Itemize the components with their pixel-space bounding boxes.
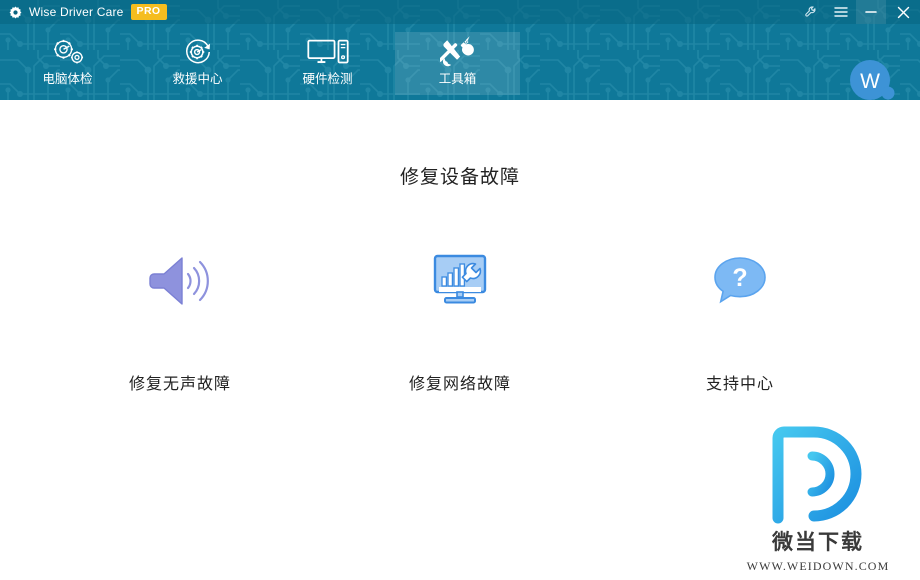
- watermark: 微当下载 WWW.WEIDOWN.COM: [728, 426, 908, 574]
- pro-badge: PRO: [130, 4, 167, 20]
- nav-tab-label: 救援中心: [172, 72, 223, 86]
- settings-wrench-icon: [805, 6, 816, 17]
- gears-checkup-icon: [50, 37, 86, 67]
- nav-tab-label: 硬件检测: [302, 72, 353, 86]
- nav-tab-label: 工具箱: [438, 72, 477, 86]
- main-content: 修复设备故障 修复无声故障 修复网络故障 ? 支持中心 微当下载 WWW.WEI…: [0, 100, 920, 580]
- window-controls: [796, 0, 920, 24]
- question-bubble-icon: ?: [712, 250, 768, 312]
- main-navigation: 电脑体检 救援中心 硬件检测 工具箱 W: [0, 24, 920, 100]
- monitor-network-wrench-icon: [431, 250, 489, 312]
- feature-fix-network[interactable]: 修复网络故障: [370, 250, 550, 394]
- minimize-button[interactable]: [856, 0, 886, 24]
- feature-label: 支持中心: [705, 376, 774, 393]
- svg-text:?: ?: [732, 264, 747, 292]
- nav-tab-pc-checkup[interactable]: 电脑体检: [5, 32, 130, 95]
- app-header: Wise Driver Care PRO 电脑体检 救援中心 硬件检测 工具箱 …: [0, 0, 920, 100]
- minimize-icon: [865, 11, 877, 13]
- speaker-sound-icon: [149, 250, 211, 312]
- svg-text:W: W: [860, 70, 880, 93]
- user-avatar[interactable]: W: [848, 58, 896, 100]
- page-title: 修复设备故障: [399, 167, 520, 188]
- menu-button[interactable]: [826, 0, 856, 24]
- feature-label: 修复网络故障: [408, 376, 511, 393]
- watermark-url: WWW.WEIDOWN.COM: [746, 559, 890, 573]
- app-title: Wise Driver Care: [29, 5, 124, 19]
- weidown-d-logo: [772, 426, 862, 524]
- title-bar: Wise Driver Care PRO: [0, 0, 920, 24]
- gear-icon: [9, 5, 22, 19]
- nav-tab-label: 电脑体检: [42, 72, 93, 86]
- close-icon: [897, 6, 909, 18]
- nav-tab-hardware-detect[interactable]: 硬件检测: [265, 32, 390, 95]
- menu-hamburger-icon: [834, 7, 848, 17]
- feature-grid: 修复无声故障 修复网络故障 ? 支持中心: [90, 250, 830, 394]
- avatar-icon: W: [850, 60, 895, 100]
- feature-fix-no-sound[interactable]: 修复无声故障: [90, 250, 270, 394]
- brand-block: Wise Driver Care PRO: [0, 0, 167, 24]
- feature-label: 修复无声故障: [128, 376, 231, 393]
- close-button[interactable]: [886, 0, 920, 24]
- feature-support-center[interactable]: ? 支持中心: [650, 250, 830, 394]
- nav-tab-rescue-center[interactable]: 救援中心: [135, 32, 260, 95]
- wrench-screwdriver-icon: [439, 36, 476, 67]
- nav-tab-toolbox[interactable]: 工具箱: [395, 32, 520, 95]
- monitor-pc-icon: [306, 37, 350, 67]
- gear-refresh-icon: [182, 37, 214, 67]
- settings-wrench-button[interactable]: [796, 0, 826, 24]
- app-window: Wise Driver Care PRO 电脑体检 救援中心 硬件检测 工具箱 …: [0, 0, 920, 580]
- watermark-title: 微当下载: [772, 531, 864, 554]
